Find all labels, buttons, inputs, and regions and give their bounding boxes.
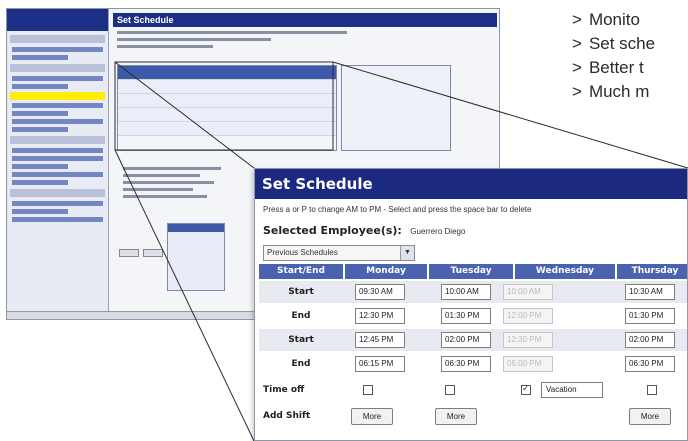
- thumbnail-side-table: [341, 65, 451, 151]
- bullet-list: > Monito > Set sche > Better t > Much m: [572, 8, 688, 104]
- time-off-checkbox[interactable]: [363, 385, 373, 395]
- page-title: Set Schedule: [255, 169, 687, 199]
- time-input[interactable]: 02:00 PM: [441, 332, 491, 348]
- time-input[interactable]: 12:30 PM: [355, 308, 405, 324]
- thumbnail-button: [119, 249, 139, 257]
- more-button[interactable]: More: [629, 408, 671, 425]
- selected-employees-label: Selected Employee(s):: [263, 224, 402, 237]
- row-label: Start: [288, 335, 314, 345]
- instruction-text: Press a or P to change AM to PM - Select…: [263, 205, 532, 214]
- zoomed-schedule-panel: Set Schedule Press a or P to change AM t…: [254, 168, 688, 441]
- time-input-disabled: 12:00 PM: [503, 308, 553, 324]
- time-input[interactable]: 01:30 PM: [441, 308, 491, 324]
- time-input[interactable]: 06:30 PM: [441, 356, 491, 372]
- column-header: Wednesday: [515, 264, 615, 279]
- time-off-checkbox[interactable]: [445, 385, 455, 395]
- previous-schedules-select[interactable]: Previous Schedules ▼: [263, 245, 415, 261]
- time-input[interactable]: 09:30 AM: [355, 284, 405, 300]
- row-label: Start: [288, 287, 314, 297]
- thumbnail-calendar: [167, 223, 225, 291]
- time-input-disabled: 12:30 PM: [503, 332, 553, 348]
- table-row: Start 12:45 PM 02:00 PM 12:30 PM 02:00 P…: [259, 329, 687, 351]
- more-button[interactable]: More: [351, 408, 393, 425]
- column-header: Monday: [345, 264, 427, 279]
- time-input[interactable]: 12:45 PM: [355, 332, 405, 348]
- thumbnail-highlighted-link: [10, 92, 105, 100]
- bullet-item: > Set sche: [572, 34, 656, 53]
- row-label: End: [291, 311, 311, 321]
- previous-schedules-value: Previous Schedules: [267, 248, 338, 257]
- add-shift-label: Add Shift: [263, 411, 311, 421]
- add-shift-row: Add Shift More More More: [259, 405, 687, 427]
- thumbnail-button: [143, 249, 163, 257]
- column-header: Tuesday: [429, 264, 513, 279]
- time-input[interactable]: 06:15 PM: [355, 356, 405, 372]
- selected-employees-value: Guerrero Diego: [410, 227, 466, 236]
- bullet-item: > Much m: [572, 82, 650, 101]
- time-input[interactable]: 10:30 AM: [625, 284, 675, 300]
- time-input[interactable]: 06:30 PM: [625, 356, 675, 372]
- thumbnail-sidebar: [7, 9, 109, 319]
- row-label: End: [291, 359, 311, 369]
- table-row: End 06:15 PM 06:30 PM 05:00 PM 06:30 PM: [259, 353, 687, 375]
- chevron-down-icon[interactable]: ▼: [400, 246, 414, 260]
- bullet-item: > Better t: [572, 58, 644, 77]
- time-off-row: Time off Vacation: [259, 379, 687, 401]
- vacation-select[interactable]: Vacation: [541, 382, 603, 398]
- more-button[interactable]: More: [435, 408, 477, 425]
- table-row: Start 09:30 AM 10:00 AM 10:00 AM 10:30 A…: [259, 281, 687, 303]
- selected-employees: Selected Employee(s): Guerrero Diego: [263, 221, 465, 239]
- time-off-label: Time off: [263, 385, 305, 395]
- thumbnail-title: Set Schedule: [113, 13, 497, 27]
- table-row: End 12:30 PM 01:30 PM 12:00 PM 01:30 PM: [259, 305, 687, 327]
- column-header: Thursday: [617, 264, 687, 279]
- time-input[interactable]: 02:00 PM: [625, 332, 675, 348]
- time-off-checkbox-checked[interactable]: [521, 383, 531, 395]
- thumbnail-schedule-table: [117, 65, 337, 151]
- time-off-checkbox[interactable]: [647, 385, 657, 395]
- column-header: Start/End: [259, 264, 343, 279]
- time-input-disabled: 10:00 AM: [503, 284, 553, 300]
- thumbnail-logo: [7, 9, 108, 31]
- time-input-disabled: 05:00 PM: [503, 356, 553, 372]
- time-input[interactable]: 01:30 PM: [625, 308, 675, 324]
- bullet-item: > Monito: [572, 10, 640, 29]
- time-input[interactable]: 10:00 AM: [441, 284, 491, 300]
